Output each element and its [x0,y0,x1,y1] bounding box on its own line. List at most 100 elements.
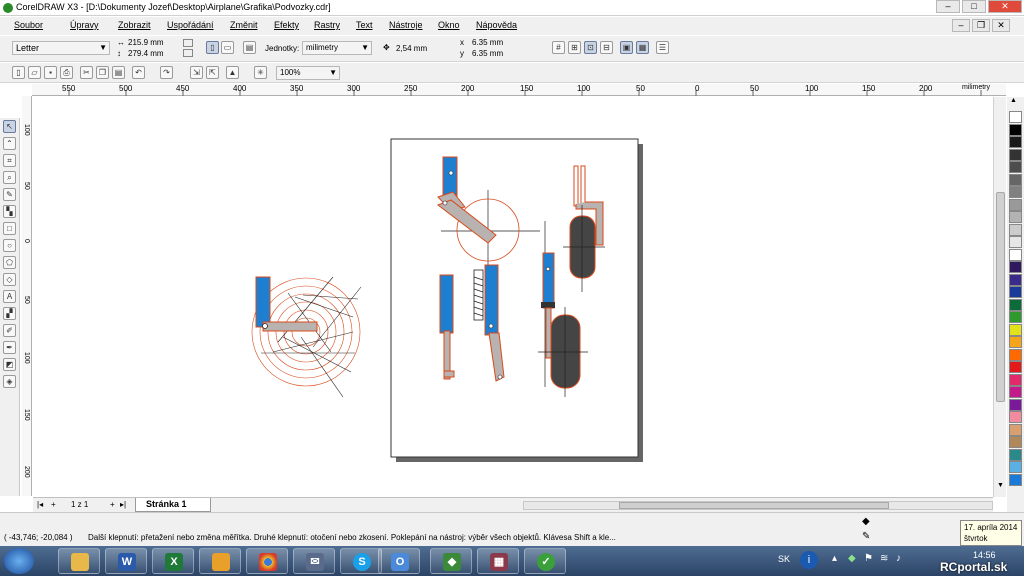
welcome-icon[interactable]: ✳ [254,66,267,79]
all-pages-icon[interactable]: ▤ [243,41,256,54]
palette-swatch[interactable] [1009,461,1022,473]
shape-tool-icon[interactable]: ⌃ [3,137,16,150]
dynamic-guides-icon[interactable]: ⊟ [600,41,613,54]
copy-icon[interactable]: ❐ [96,66,109,79]
taskbar-coreldraw[interactable]: ✓ [524,548,566,574]
horizontal-scrollbar[interactable] [523,501,993,510]
doc-close-button[interactable]: ✕ [992,19,1010,32]
vertical-ruler[interactable]: 100 50 0 50 100 150 200 [22,96,32,496]
snap-objects-icon[interactable]: ⊡ [584,41,597,54]
taskbar-outlook[interactable]: O [378,548,420,574]
taskbar-skype[interactable]: S [340,548,382,574]
palette-swatch[interactable] [1009,161,1022,173]
menu-text[interactable]: Text [356,20,373,30]
open-icon[interactable]: ▱ [28,66,41,79]
menu-zmenit[interactable]: Změnit [230,20,258,30]
eyedropper-icon[interactable]: ✐ [3,324,16,337]
new-icon[interactable]: ▯ [12,66,25,79]
nudge-field[interactable]: 2,54 mm [396,44,427,53]
flag-icon[interactable]: ⚑ [864,553,873,564]
palette-swatch[interactable] [1009,323,1022,336]
ellipse-tool-icon[interactable]: ○ [3,239,16,252]
zoom-tool-icon[interactable]: ⌕ [3,171,16,184]
palette-swatch[interactable] [1009,248,1022,261]
palette-swatch[interactable] [1009,136,1022,148]
palette-swatch[interactable] [1009,273,1022,286]
taskbar-mail[interactable]: ✉ [293,548,335,574]
units-select[interactable]: milimetry ▼ [302,41,372,55]
interactive-blend-icon[interactable]: ▞ [3,307,16,320]
basic-shapes-icon[interactable]: ◇ [3,273,16,286]
duplicate-x-field[interactable]: 6.35 mm [472,38,503,47]
menu-usporadani[interactable]: Uspořádání [167,20,214,30]
treat-as-filled-icon[interactable]: ▣ [620,41,633,54]
language-indicator[interactable]: SK [778,554,790,564]
export-icon[interactable]: ⇱ [206,66,219,79]
paste-icon[interactable]: ▤ [112,66,125,79]
app-launcher-icon[interactable]: ▲ [226,66,239,79]
palette-swatch[interactable] [1009,423,1022,436]
next-page-add-icon[interactable]: + [110,500,115,509]
palette-swatch[interactable] [1009,361,1022,373]
minimize-button[interactable]: – [936,0,960,13]
smart-fill-icon[interactable]: ▚ [3,205,16,218]
menu-okno[interactable]: Okno [438,20,460,30]
doc-minimize-button[interactable]: – [952,19,970,32]
tray-expand-icon[interactable]: ▴ [832,553,837,564]
portrait-icon[interactable]: ▯ [206,41,219,54]
clock-time[interactable]: 14:56 [973,550,996,560]
palette-swatch[interactable] [1009,111,1022,123]
palette-swatch[interactable] [1009,336,1022,348]
taskbar-chrome[interactable] [246,548,288,574]
palette-swatch[interactable] [1009,473,1022,486]
outline-tool-icon[interactable]: ✒ [3,341,16,354]
menu-upravy[interactable]: Úpravy [70,20,99,30]
add-page-icon[interactable]: + [51,500,56,509]
start-button[interactable] [4,548,34,574]
snap-grid-icon[interactable]: # [552,41,565,54]
menu-rastry[interactable]: Rastry [314,20,340,30]
info-icon[interactable]: i [800,551,818,569]
landscape-icon[interactable]: ▭ [221,41,234,54]
doc-restore-button[interactable]: ❐ [972,19,990,32]
palette-swatch[interactable] [1009,286,1022,298]
pick-tool-icon[interactable]: ↖ [3,120,16,133]
taskbar-corel-sorter[interactable]: ◆ [430,548,472,574]
paper-size-select[interactable]: Letter ▼ [12,41,110,55]
palette-swatch[interactable] [1009,411,1022,423]
palette-swatch[interactable] [1009,236,1022,248]
text-tool-icon[interactable]: A [3,290,16,303]
taskbar-messenger[interactable] [199,548,241,574]
palette-swatch[interactable] [1009,186,1022,198]
volume-icon[interactable]: ♪ [896,553,901,564]
palette-swatch[interactable] [1009,261,1022,273]
palette-swatch[interactable] [1009,398,1022,411]
hscroll-thumb[interactable] [619,502,889,509]
options-icon[interactable]: ▦ [636,41,649,54]
scroll-thumb[interactable] [996,192,1005,402]
freehand-tool-icon[interactable]: ✎ [3,188,16,201]
taskbar-word[interactable]: W [105,548,147,574]
page-height-field[interactable]: 279.4 mm [128,49,164,58]
menu-nastroje[interactable]: Nástroje [389,20,423,30]
vertical-scrollbar[interactable]: ▼ [993,97,1006,497]
palette-swatch[interactable] [1009,436,1022,448]
width-spinner-icon[interactable] [183,39,193,47]
redo-icon[interactable]: ↷ [160,66,173,79]
cut-icon[interactable]: ✂ [80,66,93,79]
page-tab-1[interactable]: Stránka 1 [135,498,211,512]
page-width-field[interactable]: 215.9 mm [128,38,164,47]
duplicate-y-field[interactable]: 6.35 mm [472,49,503,58]
wifi-icon[interactable]: ≋ [880,553,888,564]
palette-swatch[interactable] [1009,348,1022,361]
horizontal-ruler[interactable]: 550 500 450 400 350 300 250 200 150 100 … [32,84,1006,96]
taskbar-image-viewer[interactable]: ▦ [477,548,519,574]
palette-swatch[interactable] [1009,173,1022,186]
palette-swatch[interactable] [1009,311,1022,323]
taskbar-excel[interactable]: X [152,548,194,574]
drawing-canvas[interactable] [33,97,993,497]
palette-swatch[interactable] [1009,223,1022,236]
palette-up-icon[interactable]: ▲ [1010,97,1017,104]
network-icon[interactable]: ◆ [848,553,856,564]
menu-efekty[interactable]: Efekty [274,20,299,30]
